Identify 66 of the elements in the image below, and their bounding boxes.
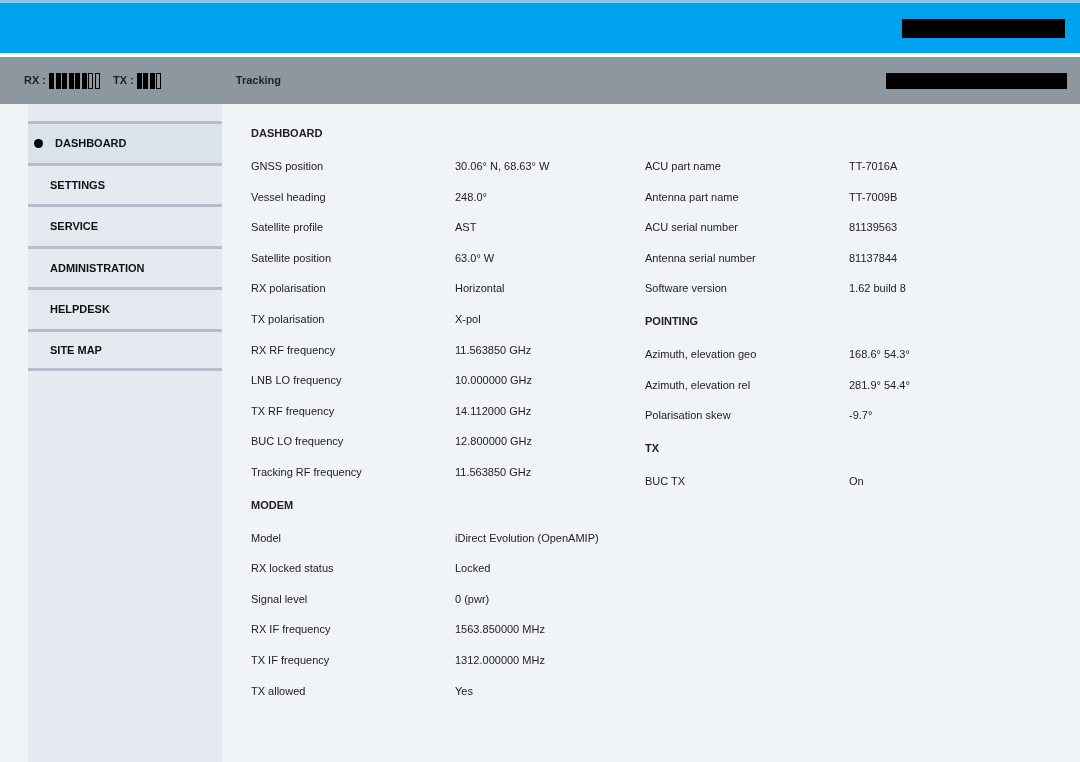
field-label: ACU serial number — [645, 220, 739, 236]
selected-dot-icon — [34, 138, 43, 148]
field-value: 248.0° — [455, 189, 487, 205]
field-value: 11.563850 GHz — [455, 465, 532, 480]
field-value: 168.6° 54.3° — [849, 347, 910, 362]
field-label: RX locked status — [251, 561, 335, 577]
field-value: 11.563850 GHz — [455, 342, 532, 358]
sidebar-item[interactable]: SITE MAP — [28, 328, 222, 371]
field-label: GNSS position — [251, 159, 325, 175]
field-label: Vessel heading — [251, 189, 327, 205]
field-label: Azimuth, elevation geo — [645, 347, 758, 362]
field-label: LNB LO frequency — [251, 373, 343, 389]
field-value: 30.06° N, 68.63° W — [455, 159, 550, 175]
sidebar-item[interactable]: ADMINISTRATION — [28, 245, 222, 288]
field-value: 14.112000 GHz — [455, 403, 532, 419]
field-value: 12.800000 GHz — [455, 434, 533, 450]
sidebar-item[interactable]: SERVICE — [28, 204, 222, 246]
field-value: -9.7° — [849, 408, 873, 424]
field-label: TX polarisation — [251, 312, 326, 327]
field-value: iDirect Evolution (OpenAMIP) — [455, 530, 599, 546]
field-value: On — [849, 473, 864, 489]
field-label: Antenna part name — [645, 189, 740, 205]
field-value: 0 (pwr) — [455, 591, 490, 607]
field-label: Polarisation skew — [645, 408, 732, 424]
field-label: Satellite profile — [251, 220, 325, 236]
field-value: TT-7016A — [849, 159, 898, 175]
field-label: TX allowed — [251, 683, 307, 699]
field-label: Azimuth, elevation rel — [645, 377, 752, 393]
field-label: Signal level — [251, 591, 309, 607]
section-heading: POINTING — [645, 314, 700, 330]
status-text: Tracking — [235, 73, 282, 89]
field-value: X-pol — [455, 312, 481, 327]
field-label: ACU part name — [645, 159, 722, 175]
field-value: 63.0° W — [455, 250, 495, 266]
sidebar-item[interactable]: HELPDESK — [28, 287, 222, 329]
field-value: Locked — [455, 561, 491, 577]
rx-label: RX : — [24, 73, 46, 89]
sidebar-item[interactable]: SETTINGS — [28, 162, 222, 205]
field-value: 81139563 — [849, 220, 898, 236]
section-heading: TX — [645, 441, 661, 456]
field-value: AST — [455, 220, 477, 236]
field-label: Software version — [645, 281, 728, 297]
field-label: TX IF frequency — [251, 652, 331, 668]
field-label: RX IF frequency — [251, 622, 332, 638]
field-label: Tracking RF frequency — [251, 465, 363, 480]
field-label: TX RF frequency — [251, 403, 336, 419]
field-value: Yes — [455, 683, 473, 699]
section-heading: MODEM — [251, 497, 295, 513]
field-value: TT-7009B — [849, 189, 898, 205]
field-value: 81137844 — [849, 250, 898, 266]
field-value: 1312.000000 MHz — [455, 652, 545, 668]
field-label: Satellite position — [251, 250, 333, 266]
field-value: 281.9° 54.4° — [849, 377, 910, 393]
section-heading: DASHBOARD — [251, 126, 324, 142]
field-label: BUC LO frequency — [251, 434, 345, 450]
field-label: RX RF frequency — [251, 342, 337, 358]
field-label: RX polarisation — [251, 281, 327, 297]
field-value: 1563.850000 MHz — [455, 622, 545, 638]
field-label: BUC TX — [645, 473, 687, 489]
field-value: 1.62 build 8 — [849, 281, 906, 297]
tx-label: TX : — [113, 73, 134, 89]
field-label: Antenna serial number — [645, 250, 757, 266]
field-value: 10.000000 GHz — [455, 373, 533, 389]
field-value: Horizontal — [455, 281, 505, 297]
sidebar-item[interactable]: DASHBOARD — [28, 121, 222, 163]
field-label: Model — [251, 530, 282, 546]
